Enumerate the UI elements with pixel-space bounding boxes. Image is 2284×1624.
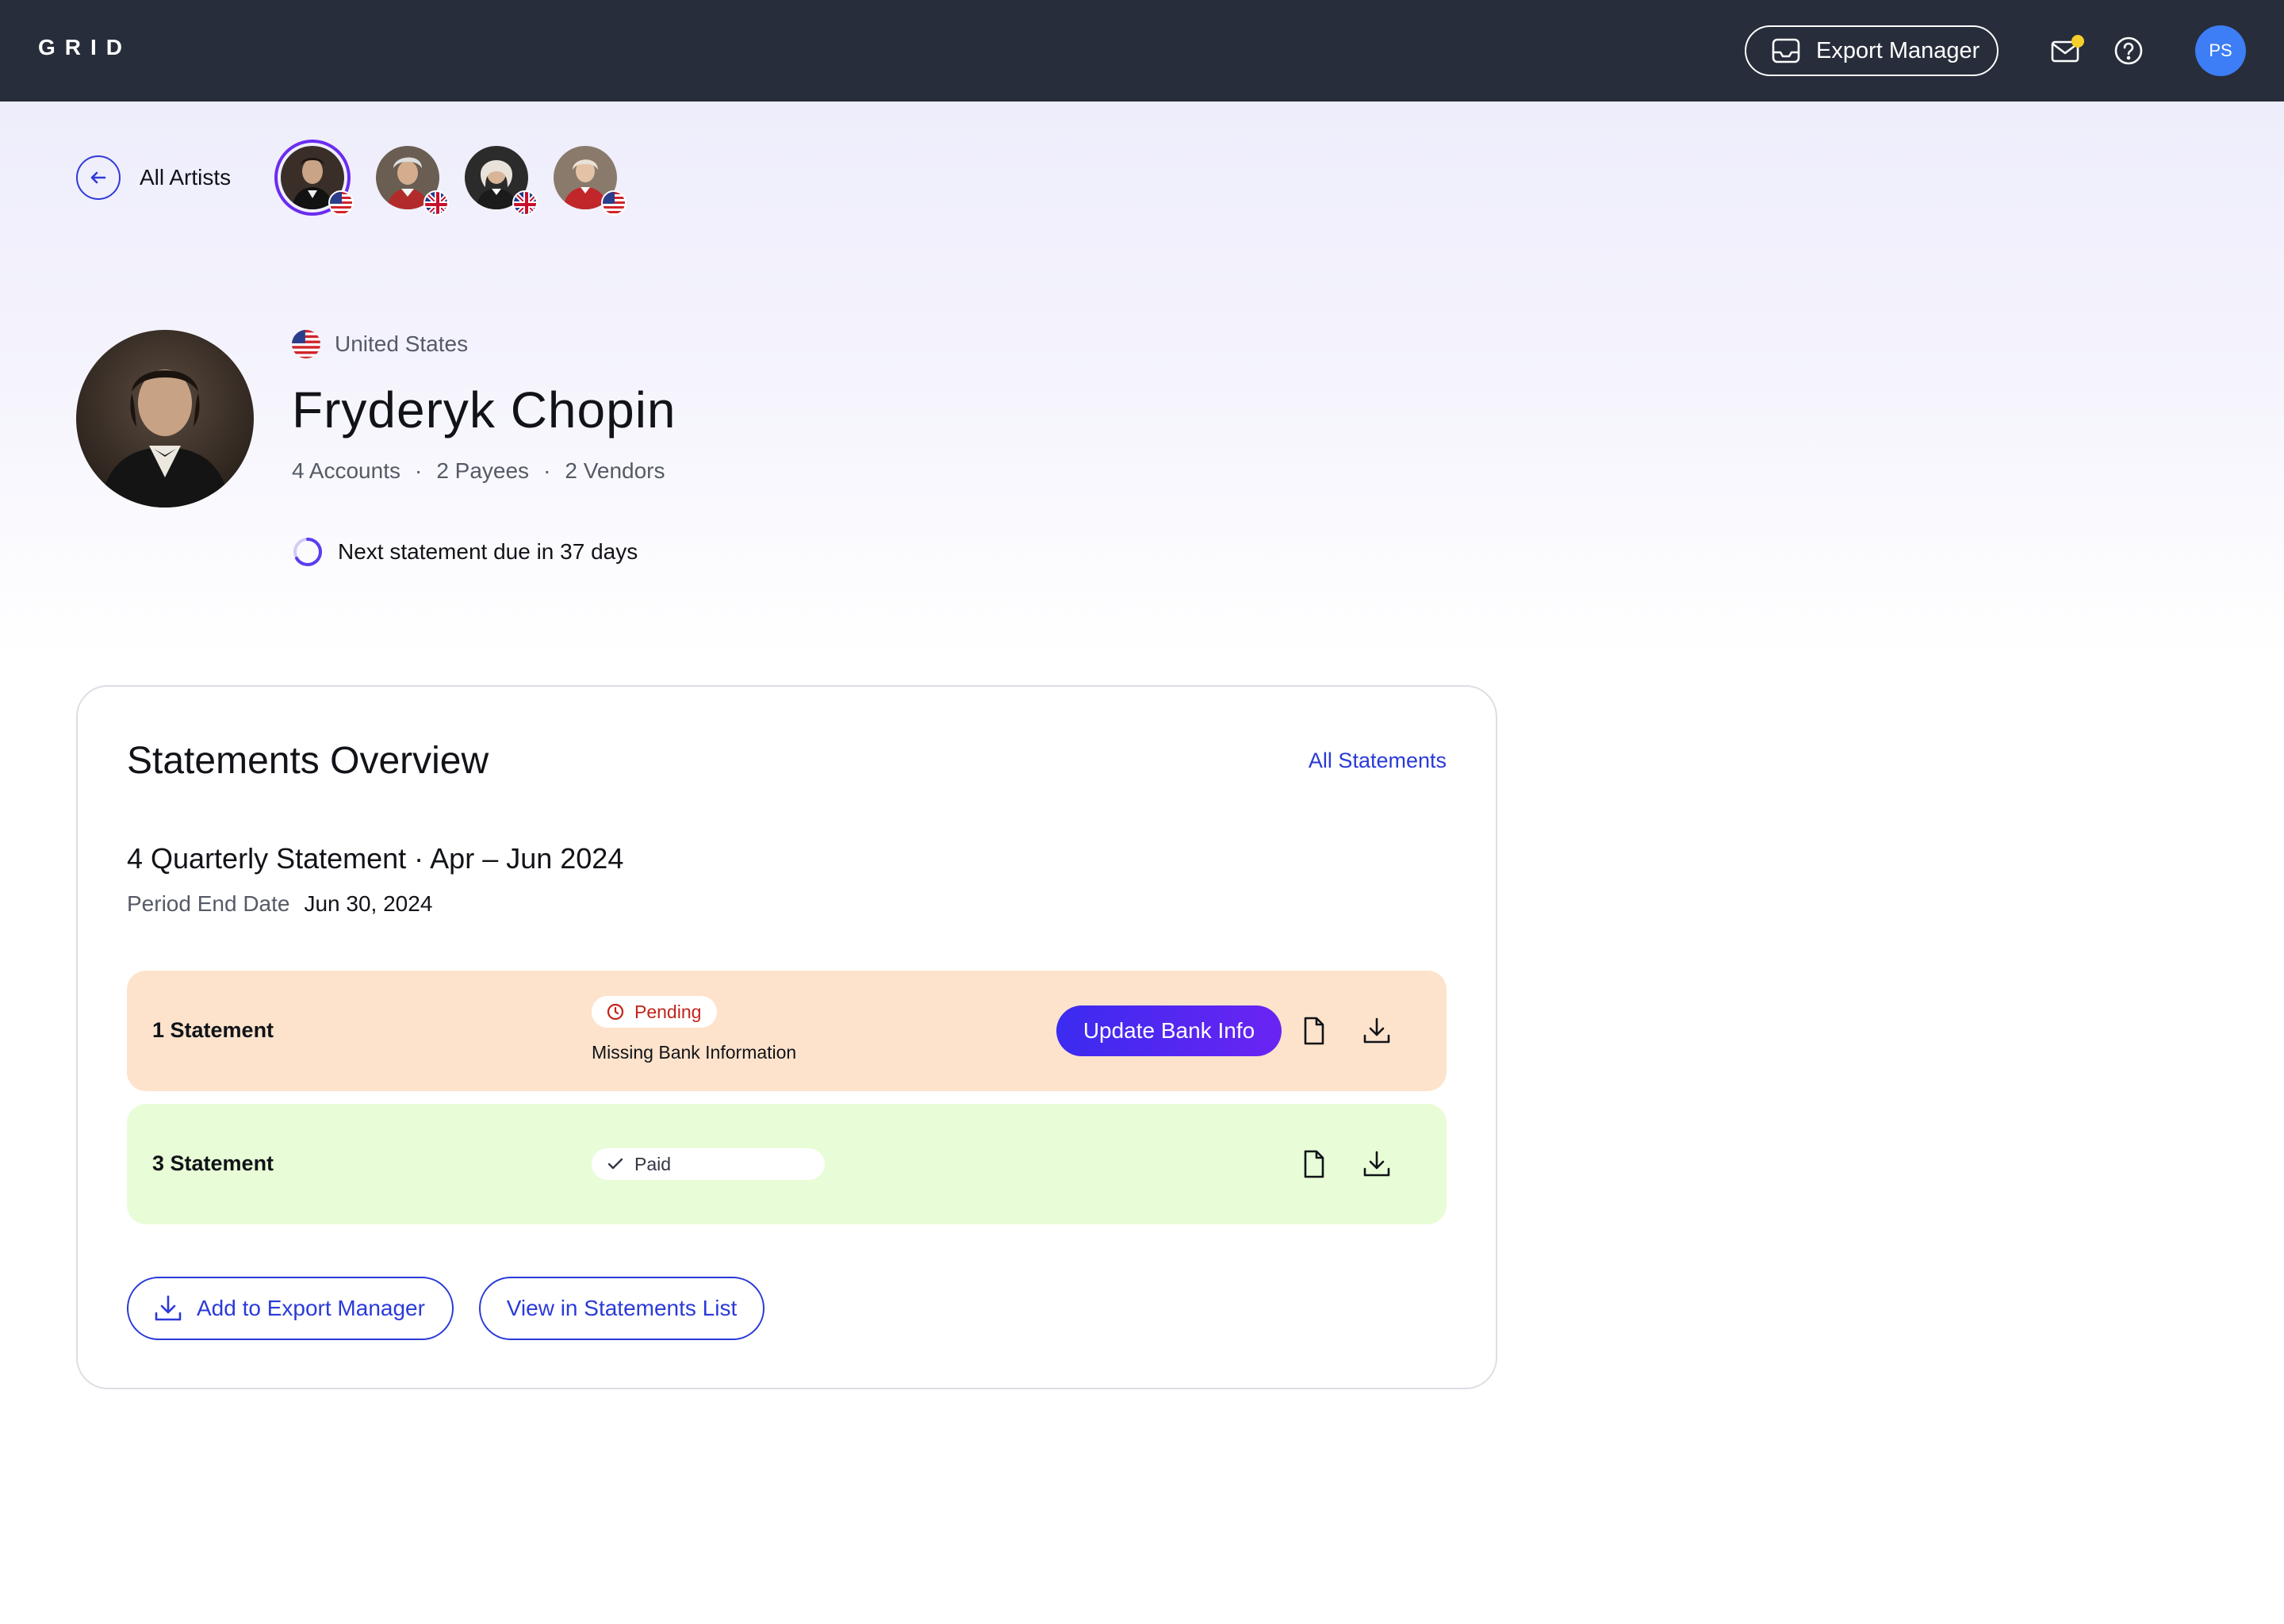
artist-thumb-2[interactable] — [376, 146, 449, 216]
top-navigation-bar: GRID Export Manager PS — [0, 0, 2284, 102]
add-to-export-manager-label: Add to Export Manager — [197, 1296, 425, 1320]
export-manager-label: Export Manager — [1816, 37, 1980, 63]
us-flag-icon — [292, 330, 320, 358]
meta-separator: · — [414, 458, 423, 483]
add-to-export-manager-button[interactable]: Add to Export Manager — [127, 1277, 454, 1340]
clock-icon — [607, 1003, 624, 1021]
statement-row-pending[interactable]: 1 Statement Pending Missing Bank Informa… — [127, 971, 1447, 1091]
artist-profile-photo — [76, 330, 254, 508]
due-text: Next statement due in 37 days — [338, 539, 638, 564]
download-icon[interactable] — [1361, 1015, 1393, 1047]
period-title: 4 Quarterly Statement · Apr – Jun 2024 — [127, 842, 624, 875]
artist-thumb-1[interactable] — [274, 140, 354, 216]
status-detail: Missing Bank Information — [592, 1042, 797, 1063]
vendors-count: 2 Vendors — [565, 458, 665, 483]
artist-meta: 4 Accounts · 2 Payees · 2 Vendors — [292, 458, 665, 484]
payees-count: 2 Payees — [436, 458, 530, 483]
view-in-statements-list-button[interactable]: View in Statements List — [479, 1277, 765, 1340]
back-arrow-button[interactable] — [76, 155, 121, 200]
country-row: United States — [292, 330, 468, 358]
period-end-value: Jun 30, 2024 — [304, 891, 433, 916]
accounts-count: 4 Accounts — [292, 458, 400, 483]
download-icon — [155, 1295, 182, 1321]
grid-logo[interactable]: GRID — [38, 35, 132, 60]
inbox-icon — [1772, 38, 1800, 63]
uk-flag-icon — [423, 190, 449, 216]
document-icon[interactable] — [1297, 1015, 1329, 1047]
arrow-left-icon — [90, 171, 106, 184]
us-flag-icon — [601, 190, 627, 216]
download-icon[interactable] — [1361, 1148, 1393, 1180]
artist-name: Fryderyk Chopin — [292, 381, 676, 439]
export-manager-button[interactable]: Export Manager — [1745, 25, 1998, 76]
statement-label: 1 Statement — [152, 1018, 274, 1042]
country-name: United States — [335, 331, 469, 356]
user-avatar[interactable]: PS — [2195, 25, 2246, 76]
next-statement-due: Next statement due in 37 days — [292, 536, 638, 568]
all-statements-link[interactable]: All Statements — [1309, 749, 1447, 773]
back-to-all-artists-link[interactable]: All Artists — [76, 155, 231, 200]
notification-dot — [2071, 35, 2084, 48]
status-badge-pending: Pending — [592, 996, 717, 1028]
status-text: Paid — [634, 1153, 672, 1174]
meta-separator: · — [543, 458, 551, 483]
us-flag-icon — [328, 190, 354, 216]
progress-ring-icon — [293, 538, 322, 567]
period-end-label: Period End Date — [127, 891, 290, 916]
card-title: Statements Overview — [127, 740, 489, 782]
statements-overview-card: Statements Overview All Statements 4 Qua… — [76, 685, 1497, 1389]
update-bank-info-button[interactable]: Update Bank Info — [1056, 1005, 1282, 1056]
uk-flag-icon — [512, 190, 538, 216]
artist-thumb-3[interactable] — [465, 146, 538, 216]
artist-thumb-4[interactable] — [554, 146, 627, 216]
period-end-date: Period End Date Jun 30, 2024 — [127, 891, 432, 917]
help-icon[interactable] — [2113, 35, 2144, 67]
document-icon[interactable] — [1297, 1148, 1329, 1180]
statement-label: 3 Statement — [152, 1151, 274, 1175]
status-badge-paid: Paid — [592, 1148, 825, 1180]
status-text: Pending — [634, 1001, 702, 1022]
statement-row-paid[interactable]: 3 Statement Paid — [127, 1104, 1447, 1224]
check-icon — [607, 1158, 623, 1170]
back-label: All Artists — [140, 165, 232, 190]
